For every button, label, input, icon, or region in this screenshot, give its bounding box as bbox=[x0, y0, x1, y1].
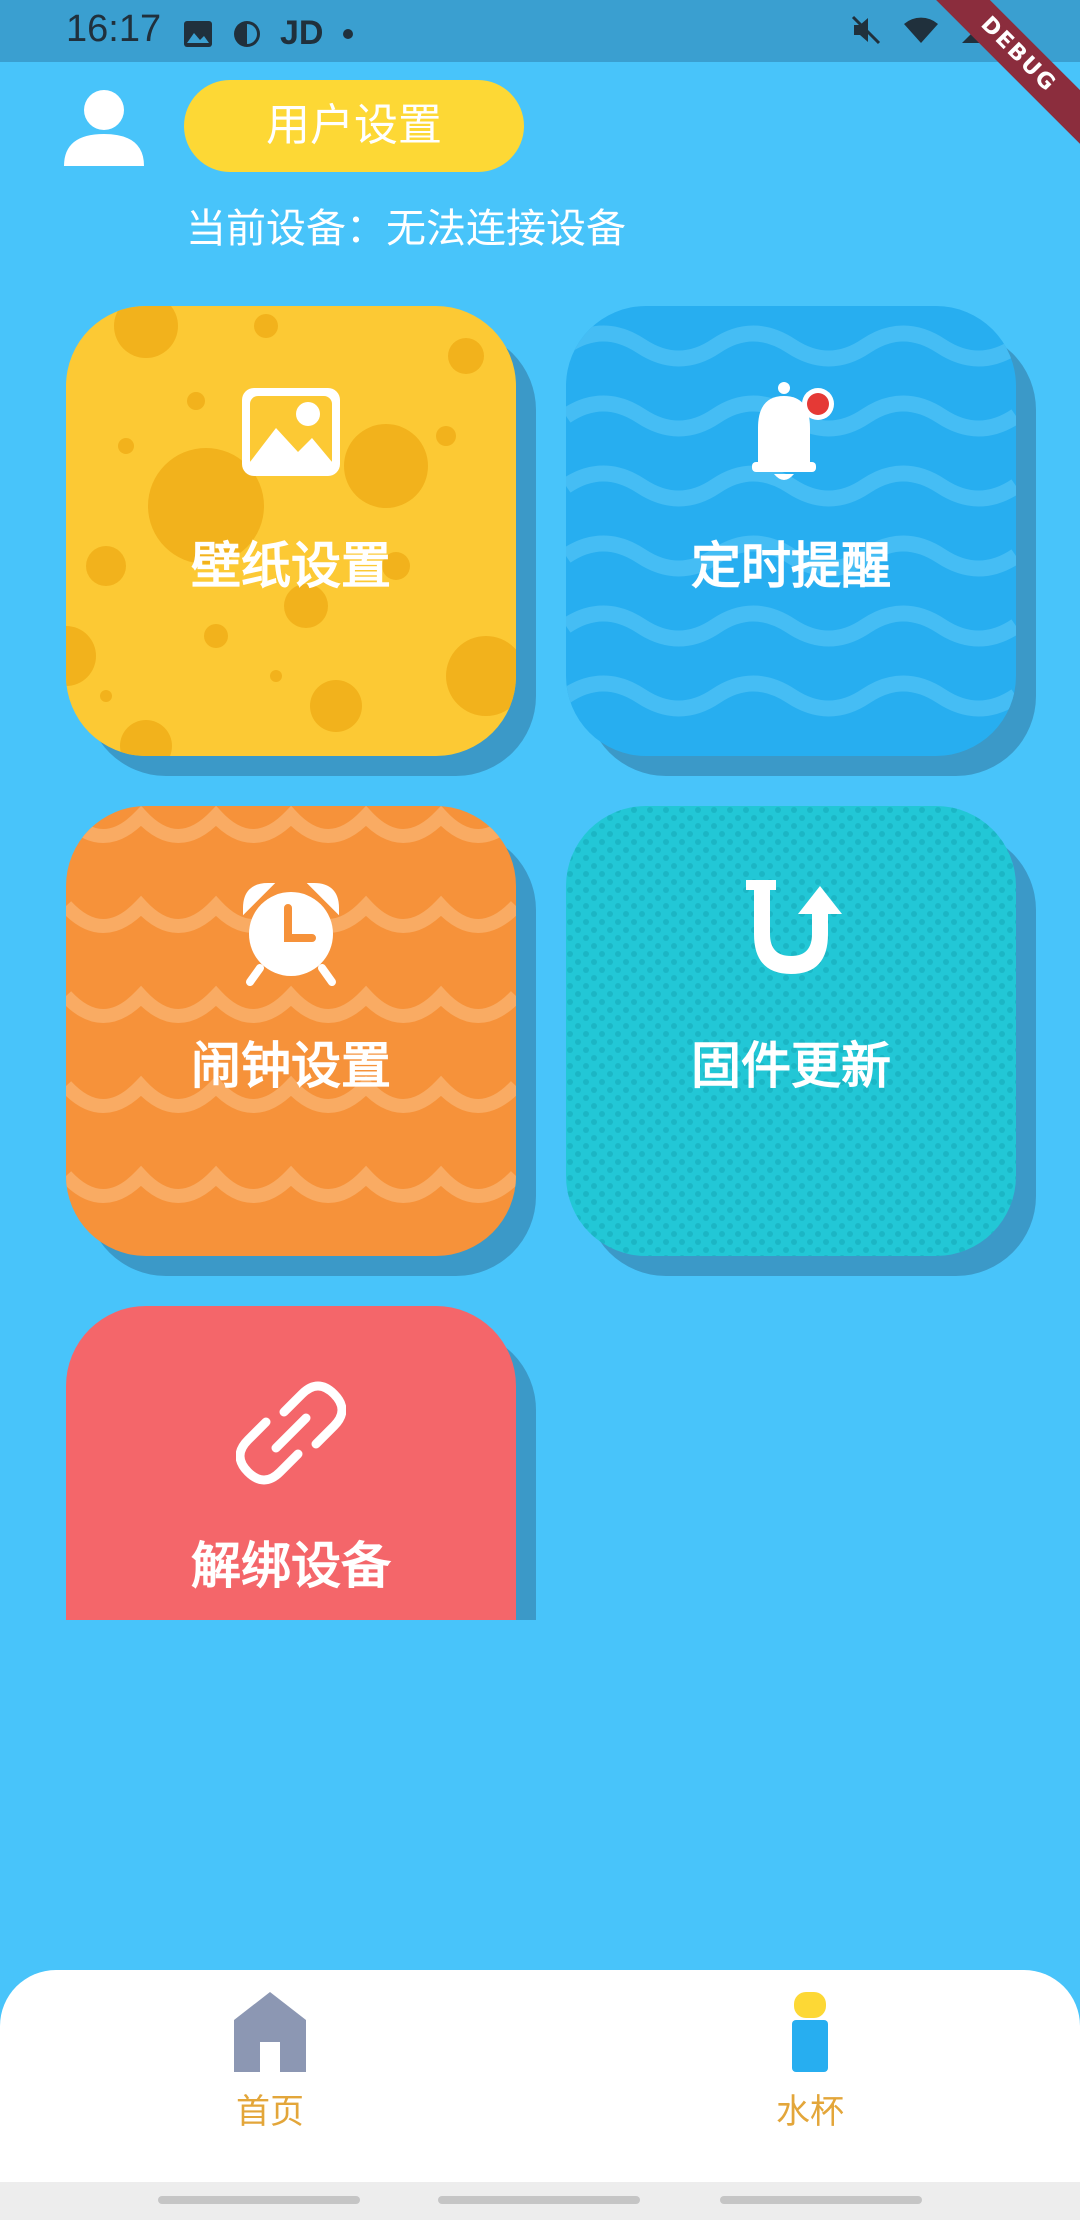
card-label: 定时提醒 bbox=[691, 537, 891, 595]
status-time: 16:17 bbox=[66, 8, 162, 50]
device-status: 当前设备：无法连接设备 bbox=[186, 206, 626, 252]
card-label: 固件更新 bbox=[691, 1037, 891, 1095]
mute-icon bbox=[851, 15, 881, 45]
nav-item-home[interactable]: 首页 bbox=[170, 1990, 370, 2170]
card-body: 闹钟设置 bbox=[66, 806, 516, 1256]
image-icon bbox=[184, 20, 212, 47]
nav-item-water-cup[interactable]: 水杯 bbox=[710, 1990, 910, 2170]
card-label: 闹钟设置 bbox=[191, 1037, 391, 1095]
wifi-icon bbox=[904, 17, 938, 43]
card-label: 壁纸设置 bbox=[191, 537, 391, 595]
card-alarm-settings[interactable]: 闹钟设置 bbox=[66, 806, 536, 1276]
bell-icon bbox=[752, 382, 834, 480]
u-turn-arrow-icon bbox=[746, 880, 842, 974]
card-body: 固件更新 bbox=[566, 806, 1016, 1256]
gesture-pill bbox=[158, 2196, 360, 2204]
water-cup-icon bbox=[792, 1992, 828, 2072]
status-bar: 16:17 JD DEBUG bbox=[0, 0, 1080, 154]
image-icon bbox=[242, 388, 340, 476]
card-unbind-device[interactable]: 解绑设备 bbox=[66, 1306, 536, 1620]
dot-icon bbox=[343, 28, 354, 39]
card-wallpaper-settings[interactable]: 壁纸设置 bbox=[66, 306, 536, 776]
bottom-nav: 首页 水杯 bbox=[0, 1970, 1080, 2182]
card-label: 解绑设备 bbox=[191, 1537, 391, 1595]
alarm-clock-icon bbox=[242, 882, 340, 986]
status-left-icons: JD bbox=[182, 14, 355, 53]
card-timed-reminder[interactable]: 定时提醒 bbox=[566, 306, 1036, 776]
home-icon bbox=[234, 1992, 306, 2072]
card-body: 解绑设备 bbox=[66, 1306, 516, 1620]
card-body: 定时提醒 bbox=[566, 306, 1016, 756]
nav-label: 首页 bbox=[236, 2092, 304, 2132]
shield-icon bbox=[234, 20, 260, 47]
nav-label: 水杯 bbox=[776, 2092, 844, 2132]
user-settings-button[interactable]: 用户设置 bbox=[184, 80, 524, 172]
card-firmware-update[interactable]: 固件更新 bbox=[566, 806, 1036, 1276]
system-gesture-bar bbox=[0, 2182, 1080, 2220]
user-icon[interactable] bbox=[62, 88, 146, 168]
gesture-pill bbox=[438, 2196, 640, 2204]
card-body: 壁纸设置 bbox=[66, 306, 516, 756]
unlink-icon bbox=[236, 1381, 346, 1485]
carrier-label: JD bbox=[280, 14, 324, 52]
gesture-pill bbox=[720, 2196, 922, 2204]
